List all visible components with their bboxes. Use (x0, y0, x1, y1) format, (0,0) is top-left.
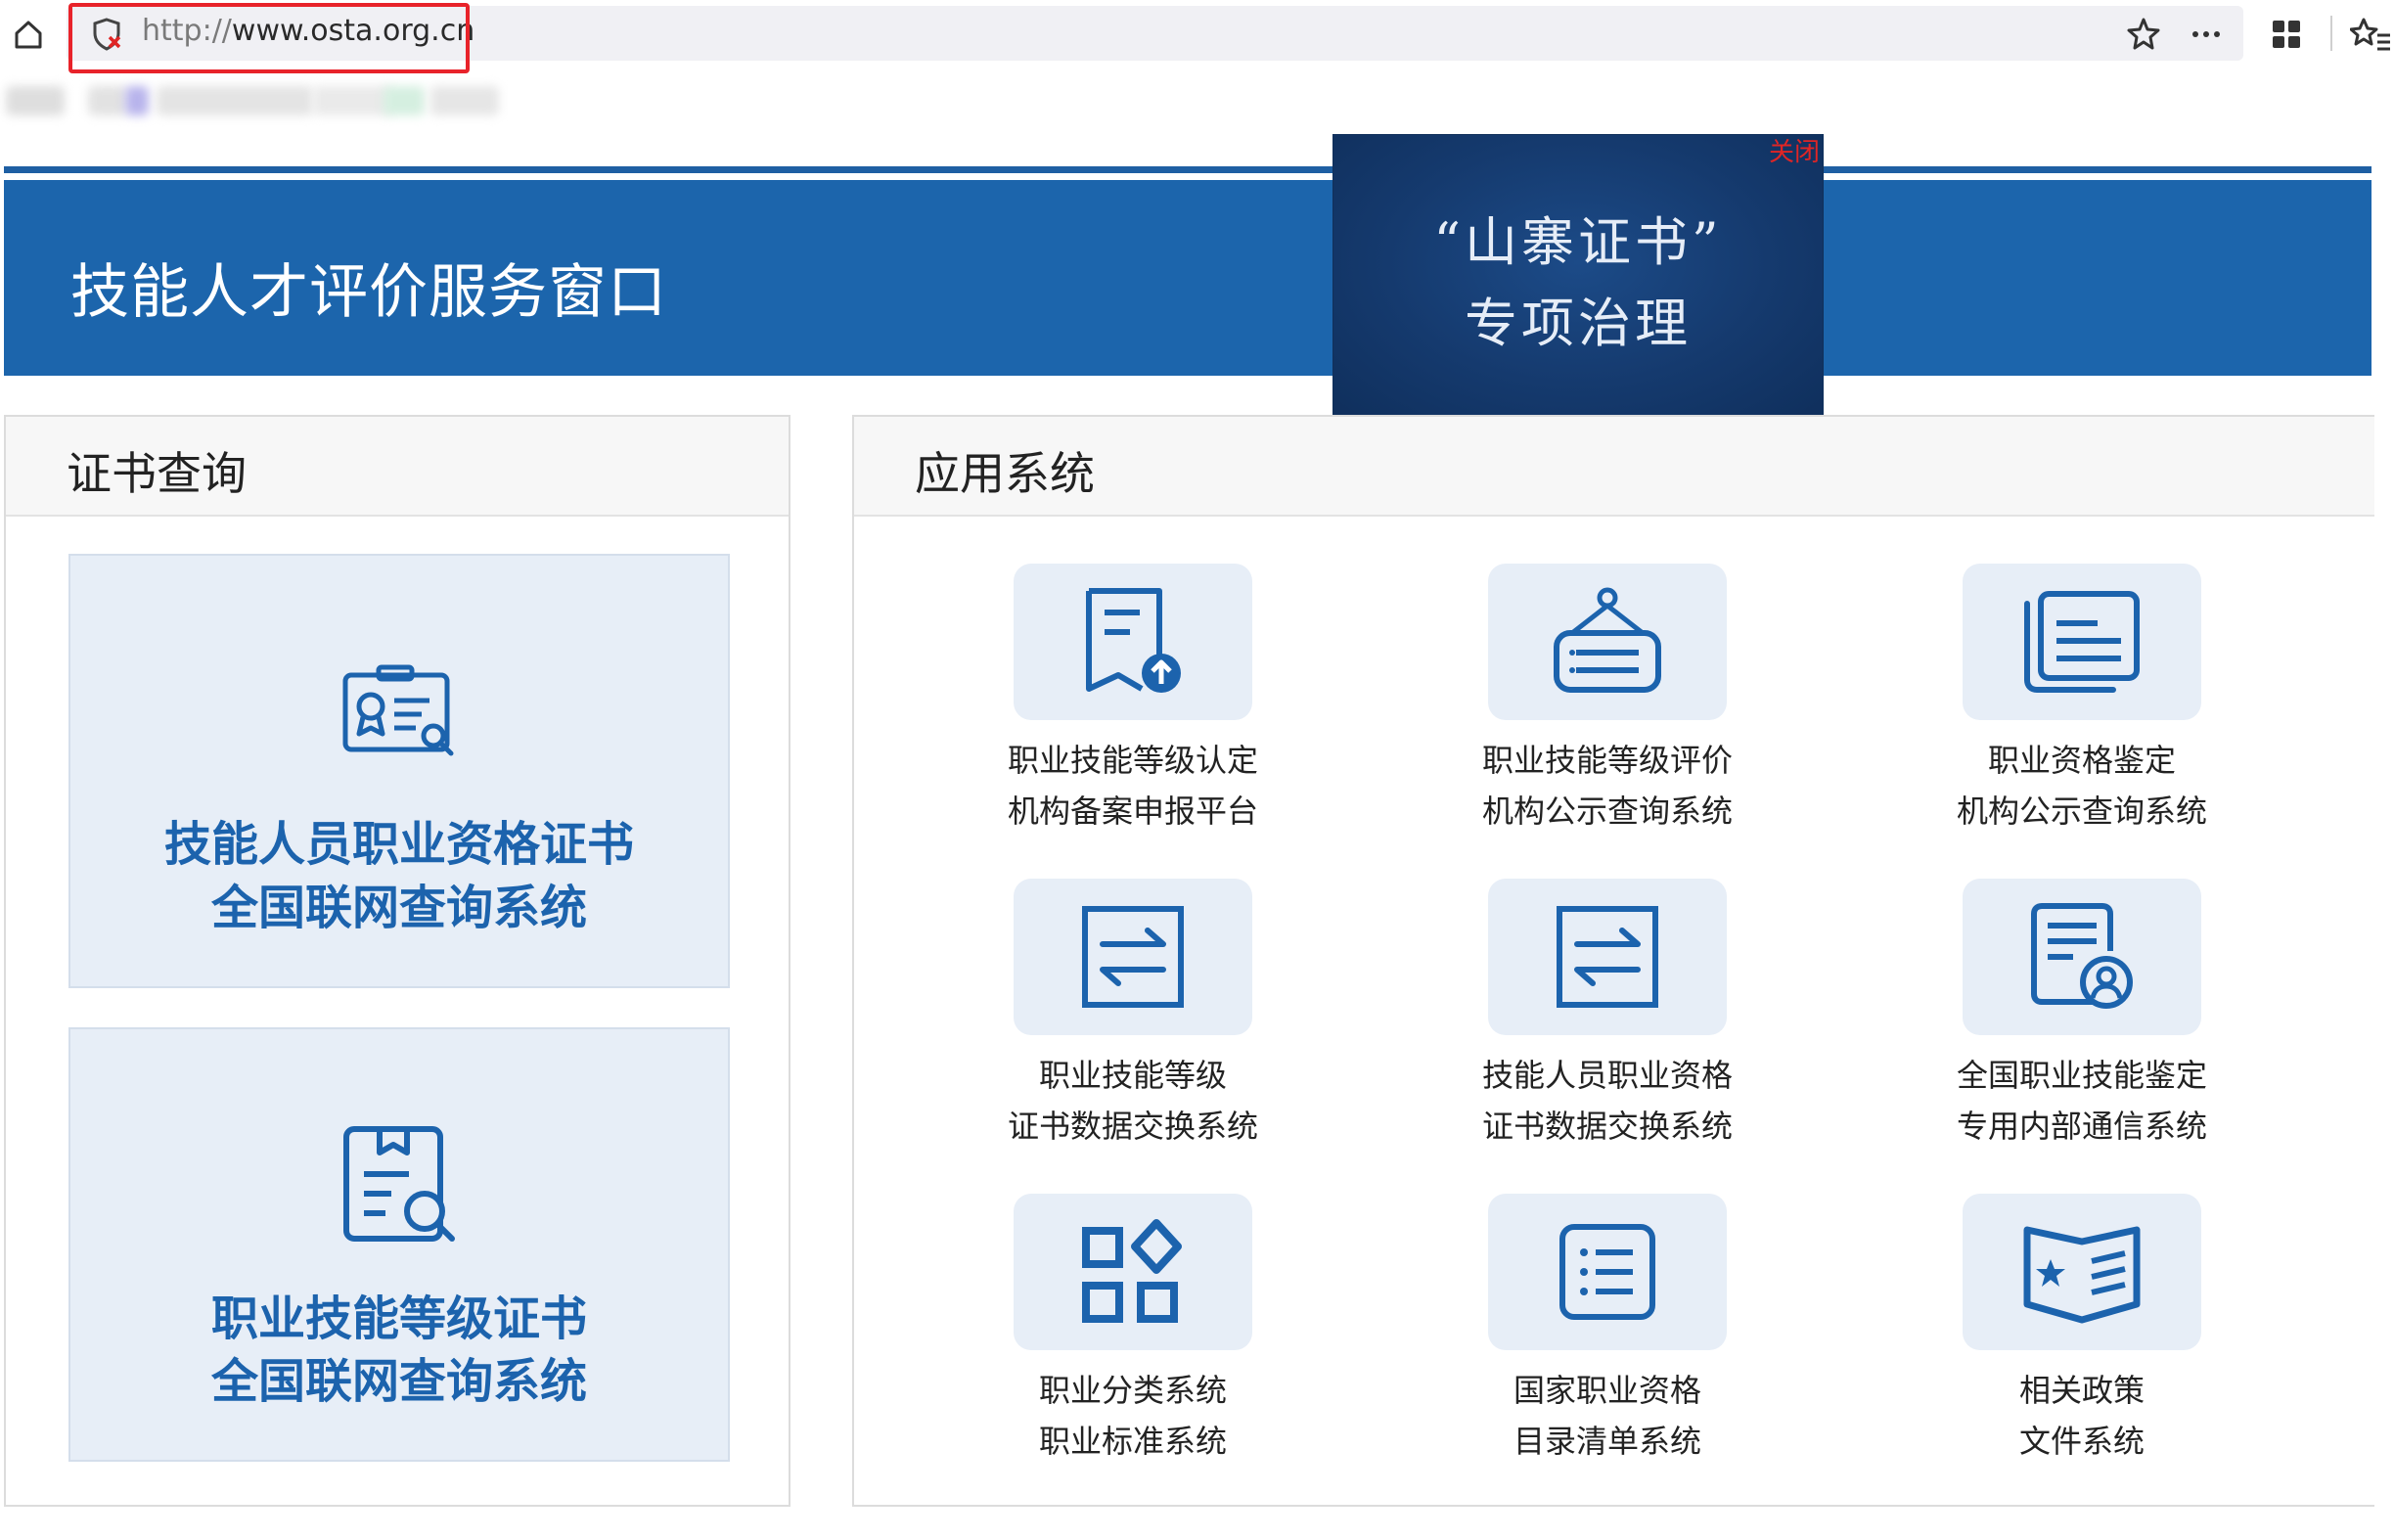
app-label-line1: 相关政策 (2018, 1372, 2145, 1409)
card-title-line2: 全国联网查询系统 (210, 881, 587, 935)
document-user-icon (2031, 903, 2133, 1009)
favorites-icon[interactable] (2350, 14, 2391, 55)
app-item-occupation-classification[interactable]: 职业分类系统 职业标准系统 (926, 1194, 1336, 1487)
app-label-line1: 职业技能等级 (1038, 1057, 1227, 1094)
browser-toolbar: http://www.osta.org.cn (0, 0, 2394, 73)
notice-board-icon (1554, 587, 1661, 693)
apps-grid-icon[interactable] (2266, 14, 2307, 55)
more-options-icon[interactable] (2186, 14, 2227, 55)
app-icon-box (1488, 879, 1727, 1035)
policy-book-icon (2023, 1226, 2141, 1324)
app-item-skill-level-certification-filing[interactable]: 职业技能等级认定 机构备案申报平台 (926, 564, 1336, 857)
star-icon[interactable] (2123, 14, 2164, 55)
document-stack-icon (2024, 591, 2140, 693)
certificate-query-panel: 证书查询 技能人员职业资格证书 全国联网查询系统 职业技能等级证书 全国联网查询… (4, 415, 790, 1507)
panel-title: 应用系统 (915, 447, 1095, 500)
app-item-internal-communication[interactable]: 全国职业技能鉴定 专用内部通信系统 (1875, 879, 2285, 1172)
card-title-line1: 技能人员职业资格证书 (163, 817, 634, 872)
app-label-line2: 机构备案申报平台 (1007, 793, 1258, 830)
app-label-line1: 全国职业技能鉴定 (1956, 1057, 2207, 1094)
app-label-line2: 专用内部通信系统 (1956, 1108, 2207, 1145)
certificate-search-icon (342, 664, 454, 756)
app-item-vocational-qualification-data-exchange[interactable]: 技能人员职业资格 证书数据交换系统 (1400, 879, 1811, 1172)
app-item-qualification-appraisal-publicity[interactable]: 职业资格鉴定 机构公示查询系统 (1875, 564, 2285, 857)
card-title-line2: 全国联网查询系统 (210, 1354, 587, 1409)
card-title-line1: 职业技能等级证书 (210, 1291, 587, 1346)
app-icon-box (1014, 879, 1252, 1035)
header-top-line (4, 166, 2371, 173)
data-exchange-icon (1557, 906, 1658, 1008)
document-upload-icon (1086, 588, 1181, 693)
app-label-line2: 证书数据交换系统 (1481, 1108, 1733, 1145)
app-icon-box (1963, 564, 2201, 720)
app-label-line1: 职业技能等级认定 (1007, 742, 1258, 779)
application-systems-panel: 应用系统 职业技能等级认定 机构备案申报平台 职业技能等级评价 机构公示查询系统… (852, 415, 2374, 1507)
panel-header: 证书查询 (6, 417, 789, 517)
app-label-line2: 证书数据交换系统 (1007, 1108, 1258, 1145)
app-icon-box (1963, 879, 2201, 1035)
data-exchange-icon (1082, 906, 1184, 1008)
app-label-line2: 机构公示查询系统 (1956, 793, 2207, 830)
blurred-bookmarks-bar (0, 76, 509, 125)
promo-title-line2: 专项治理 (1465, 293, 1692, 354)
vocational-qualification-query-card[interactable]: 技能人员职业资格证书 全国联网查询系统 (68, 554, 730, 988)
site-title: 技能人才评价服务窗口 (70, 258, 667, 327)
app-icon-box (1014, 1194, 1252, 1350)
panel-title: 证书查询 (67, 447, 247, 500)
skill-level-certificate-query-card[interactable]: 职业技能等级证书 全国联网查询系统 (68, 1027, 730, 1462)
home-icon[interactable] (6, 12, 51, 57)
toolbar-divider (2330, 16, 2332, 51)
document-search-icon (343, 1126, 455, 1242)
app-label-line2: 目录清单系统 (1513, 1423, 1701, 1460)
app-label-line2: 职业标准系统 (1038, 1423, 1227, 1460)
list-icon (1559, 1224, 1655, 1320)
category-grid-icon (1082, 1219, 1182, 1323)
app-icon-box (1488, 1194, 1727, 1350)
app-icon-box (1963, 1194, 2201, 1350)
app-item-qualification-catalog[interactable]: 国家职业资格 目录清单系统 (1400, 1194, 1811, 1487)
app-label-line2: 机构公示查询系统 (1481, 793, 1733, 830)
app-item-policy-documents[interactable]: 相关政策 文件系统 (1875, 1194, 2285, 1487)
app-icon-box (1488, 564, 1727, 720)
app-label-line1: 职业分类系统 (1038, 1372, 1227, 1409)
promo-title-line1: “山寨证书” (1433, 211, 1723, 273)
app-label-line1: 职业技能等级评价 (1481, 742, 1733, 779)
app-label-line1: 国家职业资格 (1513, 1372, 1701, 1409)
promo-close-button[interactable]: 关闭 (1769, 132, 1820, 168)
app-label-line2: 文件系统 (2018, 1423, 2145, 1460)
app-icon-box (1014, 564, 1252, 720)
panel-header: 应用系统 (854, 417, 2374, 517)
promo-popup[interactable]: “山寨证书” 专项治理 (1333, 135, 1823, 419)
app-label-line1: 技能人员职业资格 (1481, 1057, 1733, 1094)
url-highlight-box (68, 3, 470, 73)
app-item-skill-level-evaluation-publicity[interactable]: 职业技能等级评价 机构公示查询系统 (1400, 564, 1811, 857)
app-item-skill-level-data-exchange[interactable]: 职业技能等级 证书数据交换系统 (926, 879, 1336, 1172)
app-label-line1: 职业资格鉴定 (1987, 742, 2176, 779)
